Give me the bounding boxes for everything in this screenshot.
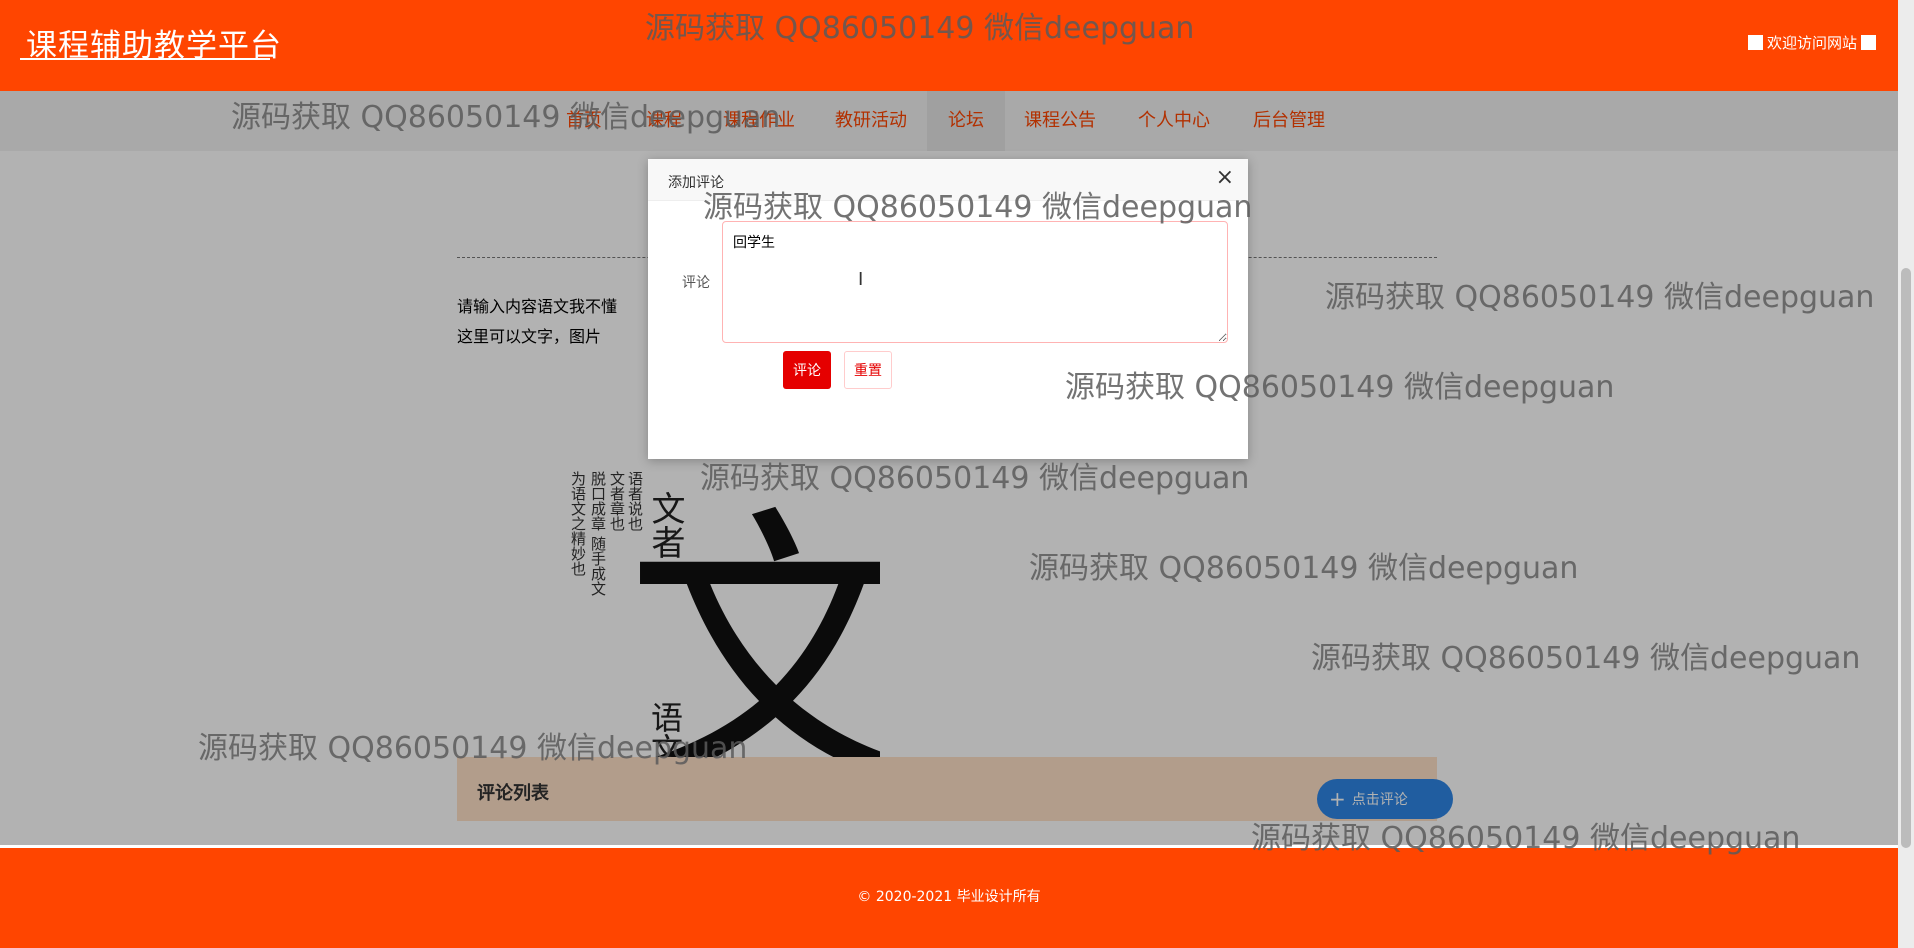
watermark-text: 源码获取 QQ86050149 微信deepguan bbox=[198, 731, 748, 766]
square-icon bbox=[1861, 35, 1876, 50]
watermark-text: 源码获取 QQ86050149 微信deepguan bbox=[700, 461, 1250, 496]
text-cursor-icon: I bbox=[858, 269, 864, 290]
watermark-text: 源码获取 QQ86050149 微信deepguan bbox=[1251, 821, 1801, 856]
title-underline bbox=[20, 58, 270, 60]
submit-comment-button[interactable]: 评论 bbox=[783, 351, 831, 389]
comment-textarea[interactable]: 回学生 bbox=[722, 221, 1228, 343]
vertical-scrollbar[interactable] bbox=[1898, 0, 1914, 948]
welcome-banner: 欢迎访问网站 bbox=[1747, 32, 1876, 53]
reset-button[interactable]: 重置 bbox=[844, 351, 892, 389]
comment-field-label: 评论 bbox=[682, 275, 710, 291]
watermark-text: 源码获取 QQ86050149 微信deepguan bbox=[1029, 551, 1579, 586]
scrollbar-thumb[interactable] bbox=[1901, 268, 1911, 848]
watermark-text: 源码获取 QQ86050149 微信deepguan bbox=[1325, 280, 1875, 315]
watermark-text: 源码获取 QQ86050149 微信deepguan bbox=[231, 100, 781, 135]
footer: © 2020-2021 毕业设计所有 bbox=[0, 845, 1898, 948]
watermark-text: 源码获取 QQ86050149 微信deepguan bbox=[1065, 370, 1615, 405]
watermark-text: 源码获取 QQ86050149 微信deepguan bbox=[1311, 641, 1861, 676]
watermark-text: 源码获取 QQ86050149 微信deepguan bbox=[645, 11, 1195, 46]
square-icon bbox=[1747, 35, 1763, 50]
footer-copyright: © 2020-2021 毕业设计所有 bbox=[857, 889, 1041, 905]
welcome-text: 欢迎访问网站 bbox=[1766, 34, 1857, 52]
watermark-text: 源码获取 QQ86050149 微信deepguan bbox=[703, 190, 1253, 225]
